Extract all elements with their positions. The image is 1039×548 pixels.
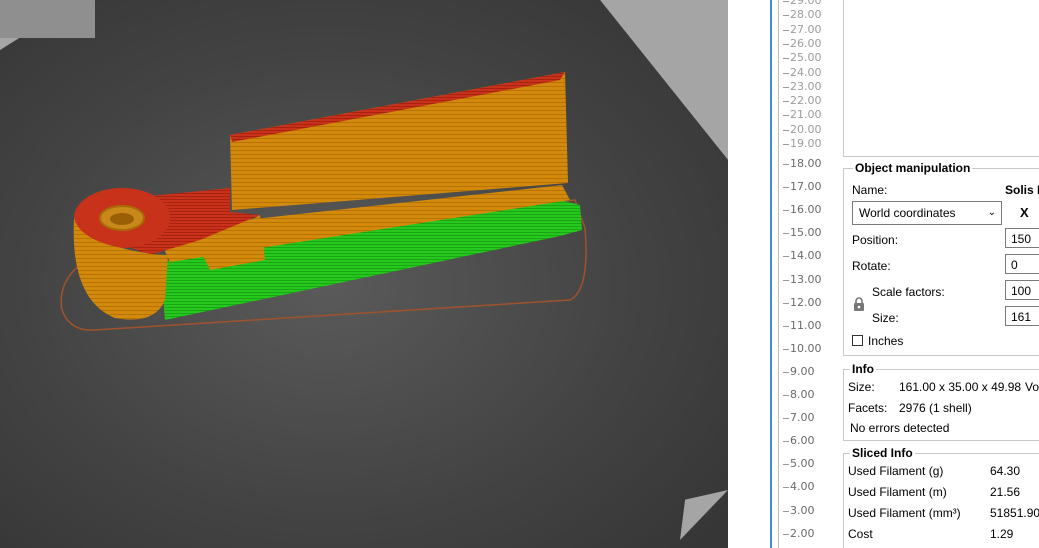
ruler-tick	[783, 464, 789, 466]
ruler-tick	[783, 279, 789, 281]
ruler-tick	[783, 302, 789, 304]
ruler-tick-label: 4.00	[790, 480, 815, 494]
ruler-tick-label: 23.00	[790, 79, 822, 93]
ruler-tick-label: 6.00	[790, 434, 815, 448]
ruler-tick-label: 14.00	[790, 249, 822, 263]
facets-value: 2976 (1 shell)	[899, 401, 972, 415]
sliced-preview-canvas[interactable]	[0, 0, 728, 548]
ruler-tick	[783, 58, 789, 60]
ruler-tick-label: 3.00	[790, 503, 815, 517]
position-x-input[interactable]: 150	[1005, 228, 1039, 248]
size-label: Size:	[872, 311, 899, 325]
ruler-tick-label: 18.00	[790, 157, 822, 170]
ruler-tick-label: 20.00	[790, 122, 822, 136]
ruler-tick	[783, 86, 789, 88]
sliced-row-value: 21.56	[990, 485, 1021, 499]
info-title: Info	[850, 362, 876, 376]
sliced-row-label: Used Filament (m)	[848, 485, 947, 499]
ruler-tick	[783, 1, 789, 2]
ruler-tick-label: 8.00	[790, 388, 815, 401]
info-size-value: 161.00 x 35.00 x 49.98	[899, 380, 1022, 394]
ruler-tick	[783, 348, 789, 350]
ruler-tick-label: 28.00	[790, 8, 822, 22]
sliced-row-label: Used Filament (g)	[848, 464, 944, 478]
ruler-tick	[783, 144, 789, 145]
ruler-tick	[783, 210, 789, 212]
ruler-tick-label: 15.00	[790, 226, 822, 240]
ruler-tick-label: 16.00	[790, 203, 822, 217]
ruler-tick	[783, 533, 789, 535]
axis-x-header: X	[1020, 205, 1029, 220]
ruler-tick	[783, 487, 789, 489]
ruler-tick	[783, 325, 789, 327]
info-volume-label: Vo	[1025, 380, 1039, 394]
ruler-tick-label: 7.00	[790, 411, 815, 425]
chevron-down-icon: ⌄	[987, 207, 996, 218]
info-size-label: Size:	[848, 380, 875, 394]
coordinate-system-value: World coordinates	[859, 206, 956, 220]
ruler-tick	[783, 72, 789, 74]
ruler-tick	[783, 15, 789, 17]
sliced-row-value: 64.30	[990, 464, 1021, 478]
ruler-tick-label: 11.00	[790, 318, 822, 332]
inches-checkbox[interactable]	[852, 335, 863, 346]
ruler-tick	[783, 29, 789, 31]
ruler-tick	[783, 233, 789, 235]
ruler-tick	[783, 510, 789, 512]
ruler-tick	[783, 164, 789, 165]
object-manipulation-title: Object manipulation	[853, 161, 973, 175]
position-label: Position:	[852, 233, 899, 247]
ruler-line	[778, 0, 779, 548]
object-list[interactable]	[843, 0, 1039, 157]
name-label: Name:	[852, 183, 888, 197]
ruler-tick-label: 26.00	[790, 36, 822, 50]
ruler-tick-label: 12.00	[790, 295, 822, 309]
sliced-row-label: Used Filament (mm³)	[848, 506, 961, 520]
errors-status: No errors detected	[850, 421, 950, 435]
ruler-tick-label: 22.00	[790, 94, 822, 108]
inches-label: Inches	[868, 334, 904, 348]
viewport-gap	[728, 0, 768, 548]
scale-x-input[interactable]: 100	[1005, 280, 1039, 300]
coordinate-system-select[interactable]: World coordinates ⌄	[852, 201, 1002, 225]
ruler-tick	[783, 395, 789, 396]
scale-label: Scale factors:	[872, 285, 945, 299]
ruler-tick-label: 5.00	[790, 457, 815, 471]
overlay-corner	[0, 0, 95, 38]
ruler-tick-label: 29.00	[790, 0, 822, 7]
sliced-row-value: 1.29	[990, 527, 1014, 541]
rotate-label: Rotate:	[852, 259, 891, 273]
ruler-tick	[783, 43, 789, 45]
layer-slider-track[interactable]	[770, 0, 772, 548]
lock-icon[interactable]	[853, 297, 865, 314]
ruler-tick-label: 25.00	[790, 51, 822, 65]
ruler-tick-label: 27.00	[790, 22, 822, 36]
ruler-tick	[783, 115, 789, 117]
rotate-x-input[interactable]: 0	[1005, 254, 1039, 274]
ruler-tick	[783, 441, 789, 443]
ruler-tick-label: 9.00	[790, 364, 815, 378]
sliced-row-value: 51851.90	[990, 506, 1039, 520]
object-name: Solis D	[1005, 183, 1039, 197]
sliced-info-title: Sliced Info	[850, 446, 915, 460]
ruler-tick	[783, 371, 789, 373]
ruler-tick-label: 2.00	[790, 526, 815, 540]
ruler-tick-label: 24.00	[790, 65, 822, 79]
ruler-tick-label: 10.00	[790, 341, 822, 355]
3d-viewport[interactable]	[0, 0, 728, 548]
ruler-tick	[783, 187, 789, 189]
ruler-tick	[783, 256, 789, 258]
ruler-tick-label: 17.00	[790, 180, 822, 194]
right-sidebar: Object manipulation Name: Solis D World …	[840, 0, 1039, 548]
ruler-tick-label: 21.00	[790, 108, 822, 122]
size-x-input[interactable]: 161	[1005, 306, 1039, 326]
ruler-tick-label: 13.00	[790, 272, 822, 286]
sliced-row-label: Cost	[848, 527, 873, 541]
facets-label: Facets:	[848, 401, 888, 415]
ruler-tick	[783, 418, 789, 420]
ruler-tick	[783, 129, 789, 131]
ruler-tick	[783, 101, 789, 103]
ruler-tick-label: 19.00	[790, 137, 822, 150]
